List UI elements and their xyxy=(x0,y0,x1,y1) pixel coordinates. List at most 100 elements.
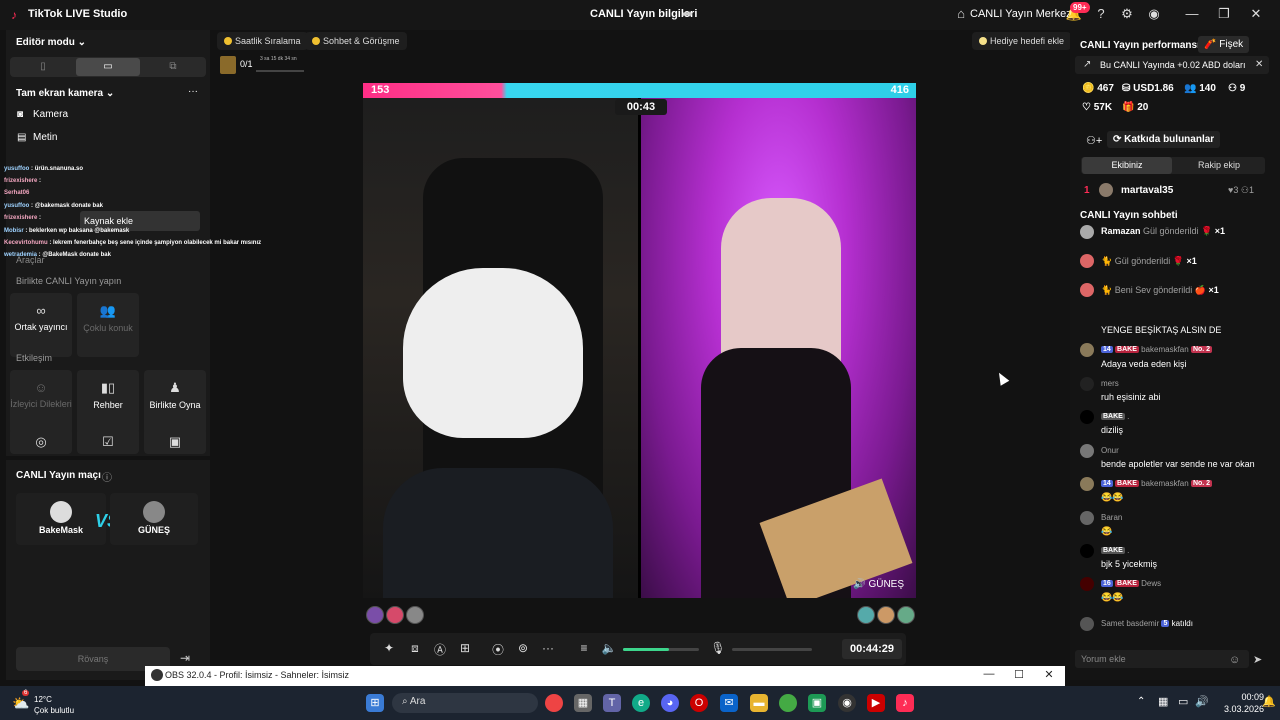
more-tools-icon[interactable]: ··· xyxy=(540,641,556,655)
avatar[interactable] xyxy=(1080,544,1094,558)
taskbar-search[interactable]: ⌕ Ara xyxy=(392,693,538,713)
home-icon[interactable]: ⌂ xyxy=(952,6,970,21)
close-banner-icon[interactable]: ✕ xyxy=(1255,59,1263,70)
speaker-icon[interactable]: 🔈 xyxy=(601,641,617,655)
gear-icon[interactable]: ⚙ xyxy=(1118,6,1136,22)
info-icon[interactable]: ⓘ xyxy=(102,469,112,484)
match-right-card[interactable]: GÜNEŞ xyxy=(110,493,198,545)
supporter-avatar[interactable] xyxy=(857,606,875,624)
supporter-avatar[interactable] xyxy=(897,606,915,624)
tab-rival-team[interactable]: Rakip ekip xyxy=(1174,157,1264,174)
share-icon[interactable]: ➦ xyxy=(682,6,693,22)
app-icon[interactable]: ▣ xyxy=(808,694,826,712)
obs-minimize-button[interactable]: — xyxy=(979,668,999,680)
notification-center-icon[interactable]: 🔔 xyxy=(1262,695,1276,708)
teams-icon[interactable]: T xyxy=(603,694,621,712)
settings-sliders-icon[interactable]: ≡ xyxy=(576,641,592,655)
gift-goal-button[interactable]: Hediye hedefi ekle xyxy=(972,32,1072,50)
avatar[interactable] xyxy=(1080,511,1094,525)
opera-icon[interactable]: O xyxy=(690,694,708,712)
portrait-mode-button[interactable]: ▯ xyxy=(11,58,75,76)
viewer-wishes-tile[interactable]: ☺ İzleyici Dilekleri xyxy=(10,370,72,434)
co-host-tile[interactable]: ∞ Ortak yayıncı xyxy=(10,293,72,357)
tray-chevron-icon[interactable]: ⌃ xyxy=(1137,696,1145,707)
magic-wand-icon[interactable]: ✦ xyxy=(381,641,397,655)
tab-our-team[interactable]: Ekibiniz xyxy=(1082,157,1172,174)
tiktok-taskbar-icon[interactable]: ♪ xyxy=(896,694,914,712)
add-user-icon[interactable]: ⚇+ xyxy=(1086,134,1102,147)
ai-icon[interactable]: Ⓐ xyxy=(432,641,448,658)
obs-taskbar-icon[interactable]: ◉ xyxy=(838,694,856,712)
maximize-button[interactable]: ❐ xyxy=(1214,6,1234,22)
avatar[interactable] xyxy=(1080,377,1094,391)
avatar[interactable] xyxy=(1080,343,1094,357)
guide-tile[interactable]: ▮▯ Rehber xyxy=(77,370,139,434)
poll-tile[interactable]: ☑ xyxy=(77,428,139,454)
live-preview[interactable]: 153 416 🔊 GÜNEŞ 00:43 xyxy=(363,83,916,598)
contributors-button[interactable]: ⟳ Katkıda bulunanlar xyxy=(1107,131,1221,148)
dual-mode-button[interactable]: ⧉ xyxy=(141,58,205,76)
supporter-avatar[interactable] xyxy=(386,606,404,624)
firework-button[interactable]: 🧨 Fişek xyxy=(1198,36,1250,53)
top-user[interactable]: martaval35 xyxy=(1121,185,1173,196)
avatar[interactable] xyxy=(1099,183,1113,197)
volume-slider[interactable] xyxy=(623,648,699,651)
folder-icon[interactable]: ▬ xyxy=(750,694,768,712)
emoji-icon[interactable]: ☺ xyxy=(1229,654,1240,666)
edge-icon[interactable]: e xyxy=(632,694,650,712)
scene-dropdown[interactable]: Tam ekran kamera ⌄ xyxy=(16,88,114,99)
avatar[interactable] xyxy=(1080,577,1094,591)
hourly-rank-button[interactable]: Saatlik Sıralama xyxy=(217,32,308,50)
avatar[interactable] xyxy=(1080,254,1094,268)
play-together-tile[interactable]: ♟ Birlikte Oyna xyxy=(144,370,206,434)
mail-icon[interactable]: ✉ xyxy=(720,694,738,712)
supporter-avatar[interactable] xyxy=(877,606,895,624)
editor-mode-dropdown[interactable]: Editör modu ⌄ xyxy=(16,37,86,48)
avatar[interactable] xyxy=(1080,283,1094,297)
chrome-icon[interactable] xyxy=(545,694,563,712)
obs-window-titlebar[interactable]: OBS 32.0.4 - Profil: İsimsiz - Sahneler:… xyxy=(145,666,1065,686)
match-left-card[interactable]: BakeMask xyxy=(16,493,106,545)
close-button[interactable]: ✕ xyxy=(1246,6,1266,22)
chat-meet-button[interactable]: Sohbet & Görüşme xyxy=(305,32,407,50)
supporter-avatar[interactable] xyxy=(366,606,384,624)
avatar[interactable] xyxy=(1080,617,1094,631)
interaction-title: Etkileşim xyxy=(16,353,53,363)
supporter-avatar[interactable] xyxy=(406,606,424,624)
obs-maximize-button[interactable]: ☐ xyxy=(1009,668,1029,681)
layout-icon[interactable]: ⊞ xyxy=(457,641,473,655)
store-icon[interactable]: ▦ xyxy=(574,694,592,712)
discord-icon[interactable]: ◕ xyxy=(661,694,679,712)
screenshot-icon[interactable]: ⊚ xyxy=(515,641,531,655)
chrome2-icon[interactable] xyxy=(779,694,797,712)
avatar[interactable] xyxy=(1080,444,1094,458)
send-icon[interactable]: ➤ xyxy=(1253,653,1262,666)
more-icon[interactable]: ··· xyxy=(188,86,198,97)
live-center-link[interactable]: CANLI Yayın Merkezi xyxy=(970,8,1074,20)
goal-tile[interactable]: ◎ xyxy=(10,428,72,454)
avatar[interactable] xyxy=(1080,225,1094,239)
exit-icon[interactable]: ⇥ xyxy=(180,651,190,665)
landscape-mode-button[interactable]: ▭ xyxy=(76,58,140,76)
tray-app-icon[interactable]: ▦ xyxy=(1158,695,1168,708)
help-icon[interactable]: ? xyxy=(1092,6,1110,21)
source-text[interactable]: Metin xyxy=(33,132,57,143)
obs-close-button[interactable]: ✕ xyxy=(1039,668,1059,681)
avatar[interactable] xyxy=(1080,410,1094,424)
network-icon[interactable]: ▭ xyxy=(1178,695,1188,708)
system-clock[interactable]: 00:09 3.03.2026 xyxy=(1224,691,1264,715)
avatar[interactable] xyxy=(1080,477,1094,491)
avatar[interactable]: ◉ xyxy=(1145,6,1163,22)
multi-guest-tile[interactable]: 👥 Çoklu konuk xyxy=(77,293,139,357)
minimize-button[interactable]: — xyxy=(1182,6,1202,21)
record-icon[interactable]: ⦿ xyxy=(490,641,506,658)
box-tile[interactable]: ▣ xyxy=(144,428,206,454)
mic-slider[interactable] xyxy=(732,648,812,651)
effects-icon[interactable]: ⧈ xyxy=(407,641,423,656)
youtube-icon[interactable]: ▶ xyxy=(867,694,885,712)
comment-input[interactable]: Yorum ekle xyxy=(1075,650,1249,668)
windows-start-icon[interactable]: ⊞ xyxy=(366,694,384,712)
source-camera[interactable]: Kamera xyxy=(33,109,68,120)
mic-icon[interactable]: 🎙 xyxy=(710,641,726,655)
volume-icon[interactable]: 🔊 xyxy=(1195,695,1209,708)
